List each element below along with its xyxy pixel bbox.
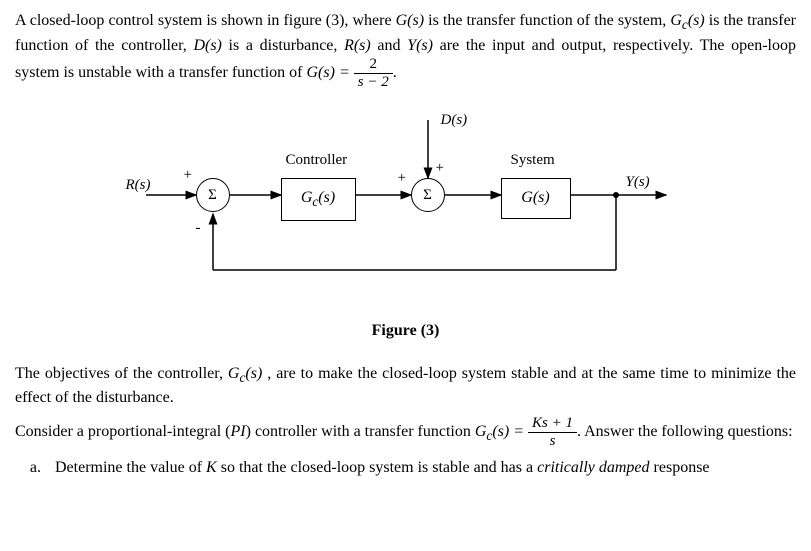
obj-text: The objectives of the controller, xyxy=(15,365,228,382)
intro-text: A closed-loop control system is shown in… xyxy=(15,12,396,29)
fraction-Gcs: Ks + 1s xyxy=(528,416,577,449)
label-controller: Controller xyxy=(286,150,348,171)
label-system: System xyxy=(511,150,555,171)
symbol-Gs-eq: G(s) = xyxy=(307,64,354,81)
label-Ys: Y(s) xyxy=(626,172,650,193)
intro-text: is a disturbance, xyxy=(222,37,344,54)
intro-text: is the transfer function of the system, xyxy=(424,12,670,29)
qa-text: so that the closed-loop system is stable… xyxy=(217,459,537,476)
symbol-Gcs3: Gc(s) = xyxy=(475,423,528,440)
symbol-K: K xyxy=(206,459,217,476)
summing-2: Σ xyxy=(411,178,445,212)
figure-caption: Figure (3) xyxy=(15,320,796,342)
qa-text: response xyxy=(650,459,710,476)
symbol-Ys: Y(s) xyxy=(407,37,433,54)
question-list: Determine the value of K so that the clo… xyxy=(15,457,796,479)
symbol-Rs: R(s) xyxy=(344,37,371,54)
block-diagram: R(s) D(s) Y(s) Controller System + - + +… xyxy=(126,110,686,310)
block-system: G(s) xyxy=(501,178,571,218)
question-a: Determine the value of K so that the clo… xyxy=(45,457,796,479)
pi-label: PI xyxy=(231,423,246,440)
sign-plus: + xyxy=(184,165,192,186)
pi-text: . Answer the following questions: xyxy=(577,423,793,440)
fraction-Gs: 2s − 2 xyxy=(354,57,393,90)
intro-period: . xyxy=(393,64,397,81)
sign-minus: - xyxy=(196,218,201,239)
symbol-Ds: D(s) xyxy=(193,37,221,54)
symbol-Gcs2: Gc(s) xyxy=(228,365,262,382)
crit-damped: critically damped xyxy=(537,459,649,476)
label-Rs: R(s) xyxy=(126,175,151,196)
pi-text: ) controller with a transfer function xyxy=(246,423,475,440)
pi-paragraph: Consider a proportional-integral (PI) co… xyxy=(15,416,796,449)
symbol-Gcs: Gc(s) xyxy=(670,12,704,29)
intro-text: and xyxy=(371,37,407,54)
block-controller: Gc(s) xyxy=(281,178,356,221)
pi-text: Consider a proportional-integral ( xyxy=(15,423,231,440)
label-Ds: D(s) xyxy=(441,110,468,131)
sign-plus-3: + xyxy=(436,158,444,179)
sign-plus-2: + xyxy=(398,168,406,189)
qa-text: Determine the value of xyxy=(55,459,206,476)
intro-paragraph: A closed-loop control system is shown in… xyxy=(15,10,796,90)
summing-1: Σ xyxy=(196,178,230,212)
objectives-paragraph: The objectives of the controller, Gc(s) … xyxy=(15,363,796,410)
symbol-Gs: G(s) xyxy=(396,12,424,29)
